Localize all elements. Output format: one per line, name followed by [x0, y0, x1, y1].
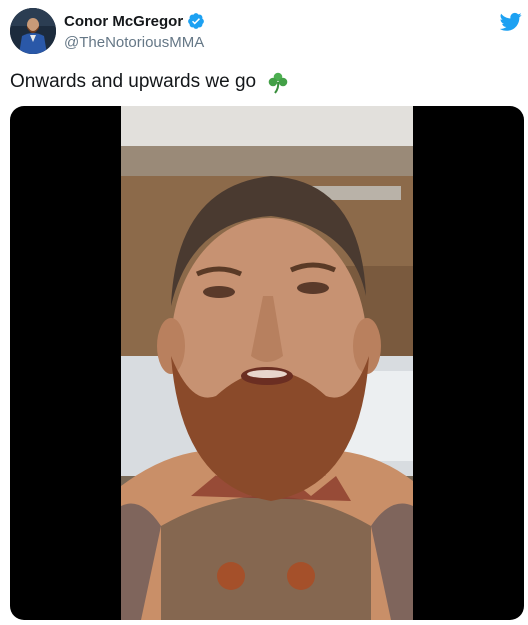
tweet-text: Onwards and upwards we go [10, 70, 290, 94]
author-handle[interactable]: @TheNotoriousMMA [64, 34, 204, 51]
avatar[interactable] [10, 8, 56, 54]
display-name[interactable]: Conor McGregor [64, 13, 183, 30]
tweet-text-content: Onwards and upwards we go [10, 71, 257, 92]
twitter-bird-icon[interactable] [499, 12, 522, 32]
verified-badge-icon [187, 12, 205, 30]
author-name-row[interactable]: Conor McGregor [64, 12, 205, 30]
shamrock-icon [266, 70, 290, 94]
tweet-card: Conor McGregor @TheNotoriousMMA Onwards … [0, 0, 528, 625]
video-frame[interactable] [121, 106, 413, 620]
video-player[interactable] [10, 106, 524, 620]
